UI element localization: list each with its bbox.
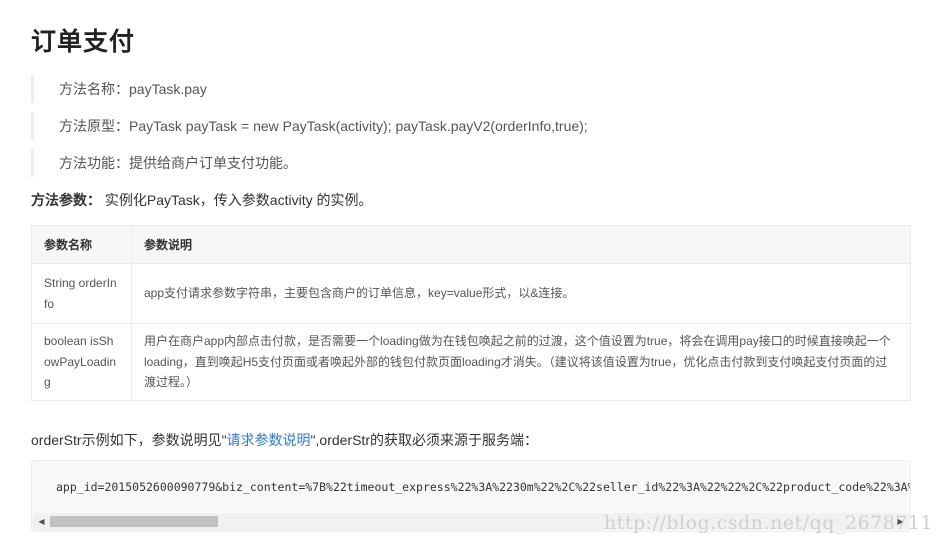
- example-description: orderStr示例如下，参数说明见"请求参数说明",orderStr的获取必须…: [31, 428, 538, 452]
- page-title: 订单支付: [31, 28, 136, 56]
- method-params-text: 实例化PayTask，传入参数activity 的实例。: [101, 192, 373, 208]
- method-params-label: 方法参数：: [31, 192, 101, 208]
- code-text: app_id=2015052600090779&biz_content=%7B%…: [56, 480, 911, 494]
- param-name-cell: boolean isShowPayLoading: [31, 323, 132, 401]
- method-name: 方法名称：payTask.pay: [31, 75, 911, 103]
- example-prefix: orderStr示例如下，参数说明见": [31, 432, 227, 448]
- method-prototype: 方法原型：PayTask payTask = new PayTask(activ…: [31, 112, 911, 140]
- watermark: http://blog.csdn.net/qq_26787115: [604, 512, 935, 534]
- param-desc-cell: 用户在商户app内部点击付款，是否需要一个loading做为在钱包唤起之前的过渡…: [131, 323, 911, 401]
- table-row: boolean isShowPayLoading 用户在商户app内部点击付款，…: [31, 323, 911, 401]
- scroll-left-arrow-icon[interactable]: ◀: [33, 513, 50, 530]
- table-header-row: 参数名称 参数说明: [31, 225, 911, 264]
- table-row: String orderInfo app支付请求参数字符串，主要包含商户的订单信…: [31, 263, 911, 324]
- param-desc-cell: app支付请求参数字符串，主要包含商户的订单信息，key=value形式，以&连…: [131, 263, 911, 324]
- header-param-desc: 参数说明: [131, 225, 911, 264]
- params-table: 参数名称 参数说明 String orderInfo app支付请求参数字符串，…: [31, 225, 911, 401]
- example-suffix: ",orderStr的获取必须来源于服务端：: [310, 432, 538, 448]
- request-params-link[interactable]: 请求参数说明: [227, 432, 311, 448]
- method-function: 方法功能：提供给商户订单支付功能。: [31, 149, 911, 177]
- header-param-name: 参数名称: [31, 225, 132, 264]
- method-params: 方法参数： 实例化PayTask，传入参数activity 的实例。: [31, 188, 372, 212]
- param-name-cell: String orderInfo: [31, 263, 132, 324]
- scrollbar-thumb[interactable]: [50, 516, 218, 527]
